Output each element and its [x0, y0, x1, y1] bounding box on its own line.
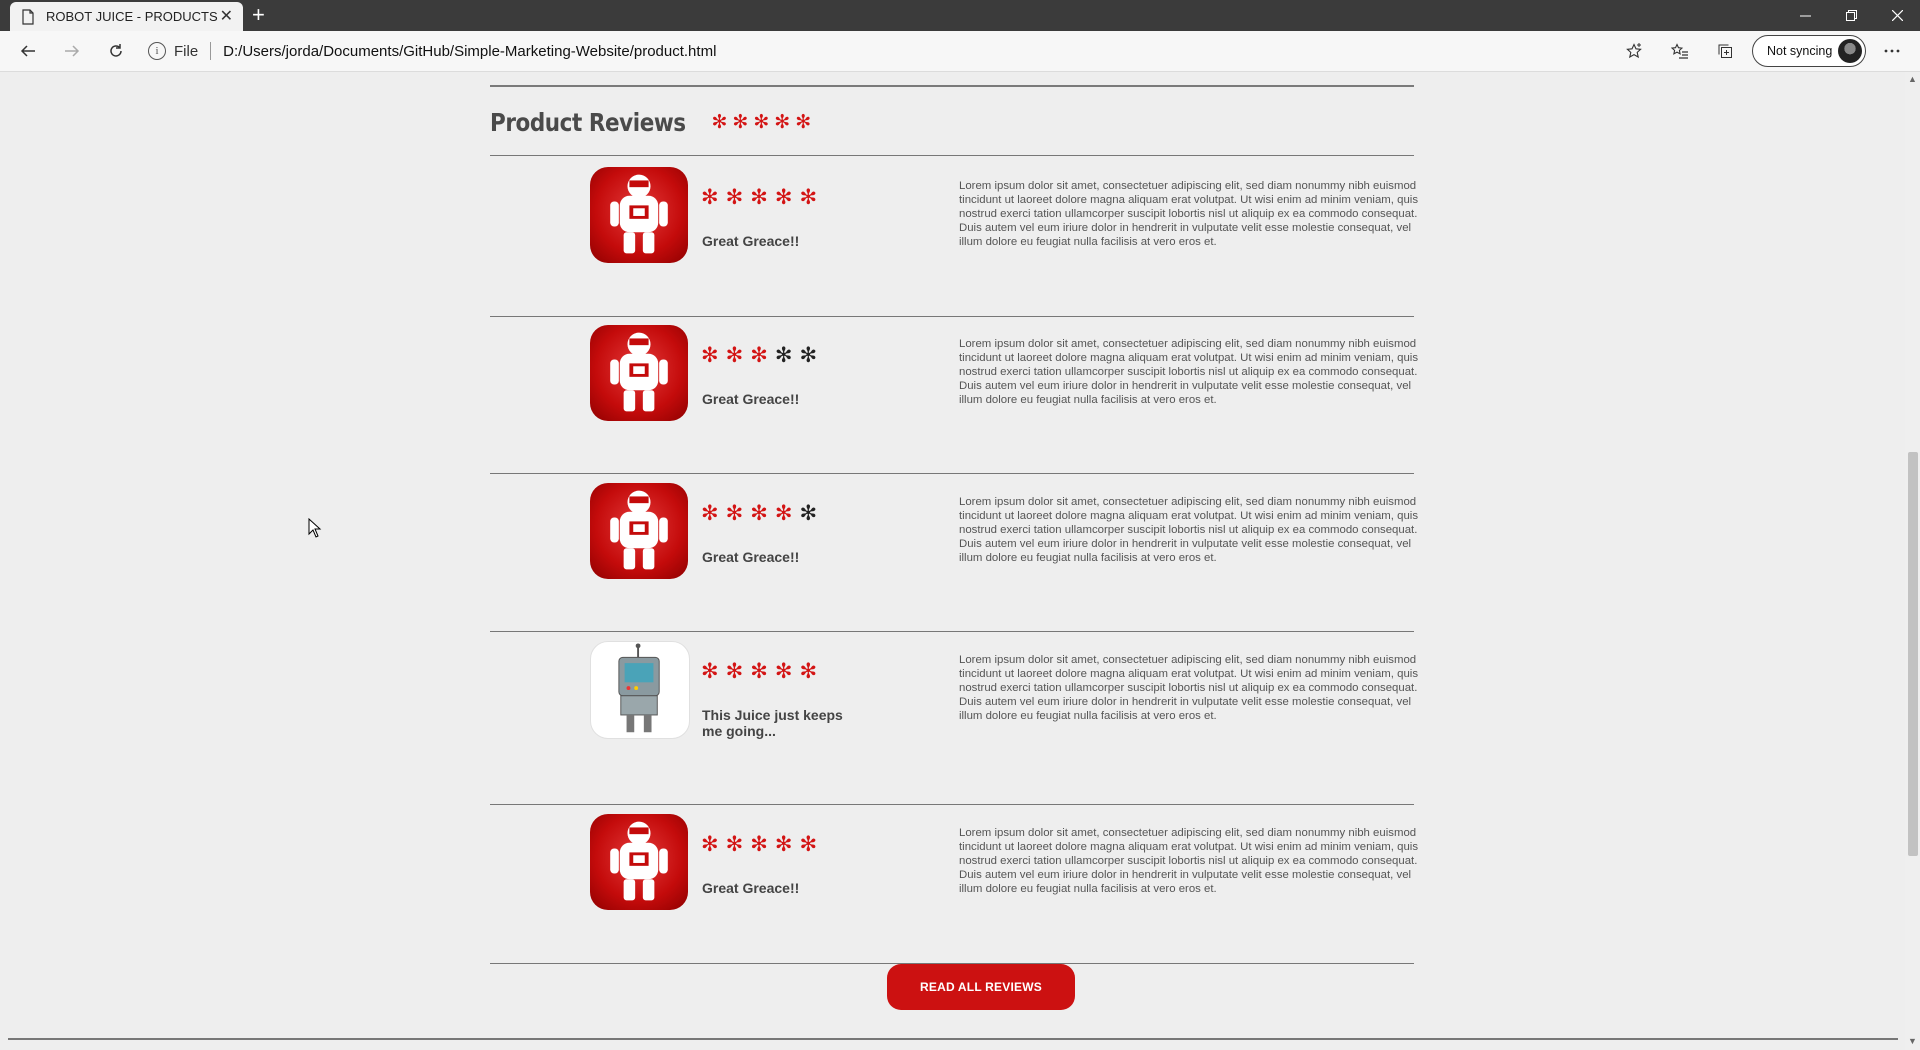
review-divider: [490, 316, 1414, 317]
gray-robot-icon: [590, 641, 690, 739]
address-bar[interactable]: i File D:/Users/jorda/Documents/GitHub/S…: [148, 36, 1578, 66]
favorite-star-icon[interactable]: [1620, 37, 1648, 65]
star-filled-icon: ✻: [750, 660, 768, 683]
profile-sync-button[interactable]: Not syncing: [1752, 35, 1866, 67]
star-filled-icon: ✻: [750, 344, 768, 367]
browser-titlebar: ROBOT JUICE - PRODUCTS ✕ +: [0, 0, 1920, 31]
review-title: Great Greace!!: [702, 549, 800, 565]
review-title: Great Greace!!: [702, 233, 800, 249]
star-filled-icon: ✻: [799, 186, 818, 209]
browser-tab[interactable]: ROBOT JUICE - PRODUCTS ✕: [10, 2, 243, 31]
review-text: Lorem ipsum dolor sit amet, consectetuer…: [959, 496, 1419, 564]
site-info-icon[interactable]: i: [148, 42, 166, 60]
star-empty-icon: ✻: [799, 344, 818, 367]
read-all-reviews-button[interactable]: READ ALL REVIEWS: [887, 964, 1075, 1010]
star-filled-icon: ✻: [732, 112, 749, 133]
red-robot-icon: [590, 325, 688, 421]
page-scrollbar[interactable]: ▲ ▼: [1905, 72, 1920, 1050]
new-tab-button[interactable]: +: [252, 4, 265, 26]
star-filled-icon: ✻: [774, 660, 793, 683]
star-empty-icon: ✻: [774, 344, 793, 367]
restore-icon[interactable]: [1828, 0, 1874, 31]
header-divider: [490, 155, 1414, 156]
red-robot-icon: [590, 167, 688, 263]
favorites-icon[interactable]: [1666, 37, 1694, 65]
collections-icon[interactable]: [1711, 37, 1739, 65]
star-filled-icon: ✻: [799, 660, 818, 683]
page-bottom-divider: [8, 1038, 1898, 1040]
review-rating-stars: ✻ ✻ ✻ ✻ ✻: [701, 503, 824, 524]
scroll-up-arrow-icon[interactable]: ▲: [1908, 74, 1917, 84]
browser-toolbar: i File D:/Users/jorda/Documents/GitHub/S…: [0, 31, 1920, 72]
star-filled-icon: ✻: [753, 112, 770, 133]
star-filled-icon: ✻: [774, 112, 791, 133]
section-rating-stars: ✻ ✻ ✻ ✻ ✻: [712, 113, 817, 132]
star-filled-icon: ✻: [701, 660, 719, 683]
star-filled-icon: ✻: [750, 502, 768, 525]
tab-close-icon[interactable]: ✕: [220, 8, 233, 25]
address-url[interactable]: D:/Users/jorda/Documents/GitHub/Simple-M…: [223, 43, 716, 60]
scroll-thumb[interactable]: [1908, 452, 1918, 856]
profile-avatar: [1838, 39, 1862, 63]
section-title: Product Reviews: [490, 108, 686, 137]
review-rating-stars: ✻ ✻ ✻ ✻ ✻: [701, 345, 824, 366]
star-filled-icon: ✻: [701, 502, 719, 525]
page-icon: [22, 8, 34, 25]
star-filled-icon: ✻: [725, 344, 744, 367]
review-text: Lorem ipsum dolor sit amet, consectetuer…: [959, 827, 1419, 895]
star-empty-icon: ✻: [799, 502, 818, 525]
star-filled-icon: ✻: [725, 660, 744, 683]
star-filled-icon: ✻: [774, 502, 793, 525]
review-rating-stars: ✻ ✻ ✻ ✻ ✻: [701, 187, 824, 208]
refresh-icon[interactable]: [102, 37, 130, 65]
star-filled-icon: ✻: [795, 112, 812, 133]
star-filled-icon: ✻: [750, 833, 768, 856]
review-title: Great Greace!!: [702, 391, 800, 407]
back-icon[interactable]: [14, 37, 42, 65]
star-filled-icon: ✻: [725, 833, 744, 856]
review-title: This Juice just keeps me going...: [702, 707, 843, 739]
star-filled-icon: ✻: [711, 112, 728, 133]
reviews-header: Product Reviews ✻ ✻ ✻ ✻ ✻: [490, 108, 816, 137]
review-divider: [490, 631, 1414, 632]
star-filled-icon: ✻: [725, 502, 744, 525]
review-title: Great Greace!!: [702, 880, 800, 896]
star-filled-icon: ✻: [799, 833, 818, 856]
mouse-cursor-icon: [308, 518, 322, 538]
address-scheme-label: File: [174, 42, 199, 60]
minimize-icon[interactable]: [1782, 0, 1828, 31]
star-filled-icon: ✻: [774, 186, 793, 209]
review-rating-stars: ✻ ✻ ✻ ✻ ✻: [701, 834, 824, 855]
review-divider: [490, 804, 1414, 805]
red-robot-icon: [590, 814, 688, 910]
top-divider: [490, 85, 1414, 87]
star-filled-icon: ✻: [750, 186, 768, 209]
review-divider: [490, 473, 1414, 474]
sync-status-label: Not syncing: [1767, 44, 1833, 58]
tab-title: ROBOT JUICE - PRODUCTS: [46, 9, 218, 24]
review-text: Lorem ipsum dolor sit amet, consectetuer…: [959, 338, 1419, 406]
review-text: Lorem ipsum dolor sit amet, consectetuer…: [959, 180, 1419, 248]
scroll-down-arrow-icon[interactable]: ▼: [1908, 1036, 1917, 1046]
review-text: Lorem ipsum dolor sit amet, consectetuer…: [959, 654, 1419, 722]
address-separator: [210, 42, 212, 60]
forward-icon[interactable]: [58, 37, 86, 65]
star-filled-icon: ✻: [701, 344, 719, 367]
red-robot-icon: [590, 483, 688, 579]
close-window-icon[interactable]: [1874, 0, 1920, 31]
star-filled-icon: ✻: [725, 186, 744, 209]
star-filled-icon: ✻: [701, 833, 719, 856]
review-rating-stars: ✻ ✻ ✻ ✻ ✻: [701, 661, 824, 682]
star-filled-icon: ✻: [774, 833, 793, 856]
star-filled-icon: ✻: [701, 186, 719, 209]
page-viewport: Product Reviews ✻ ✻ ✻ ✻ ✻ ✻ ✻ ✻ ✻ ✻ Great Greace!…: [0, 72, 1905, 1050]
more-menu-icon[interactable]: [1878, 37, 1906, 65]
